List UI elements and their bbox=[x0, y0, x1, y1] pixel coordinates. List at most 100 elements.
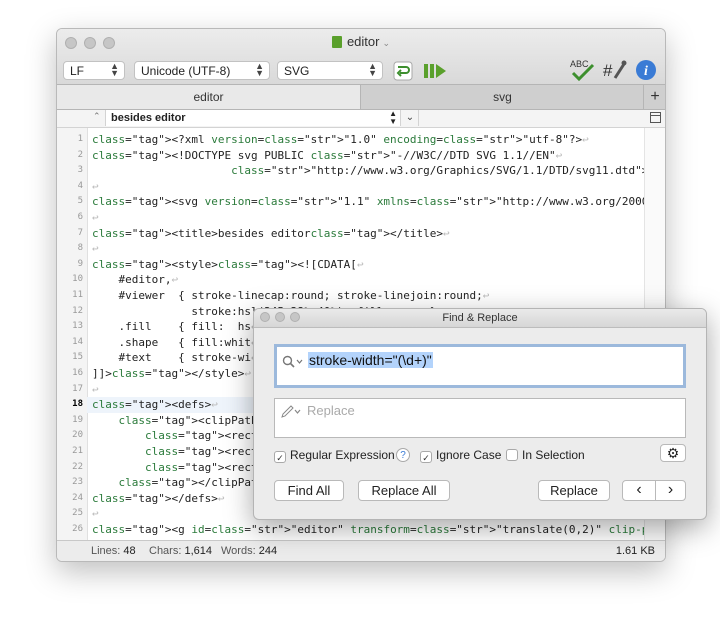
code-line[interactable]: 2 class="tag"><!DOCTYPE svg PUBLIC class=… bbox=[57, 148, 665, 164]
updown-arrows-icon: ▲ ▼ bbox=[368, 61, 377, 78]
find-field[interactable]: stroke-width="(\d+)" bbox=[274, 344, 686, 388]
line-number: 18 bbox=[72, 399, 83, 410]
line-number: 24 bbox=[72, 492, 83, 503]
code-line[interactable]: 1 class="tag"><?xml version=class="str">"… bbox=[57, 132, 665, 148]
ignore-case-label: Ignore Case bbox=[436, 448, 502, 462]
code-line[interactable]: 4 ↩ bbox=[57, 179, 665, 195]
regex-checkbox[interactable]: ✓ Regular Expression bbox=[274, 448, 395, 463]
regex-label: Regular Expression bbox=[290, 448, 395, 462]
replace-placeholder: Replace bbox=[307, 403, 355, 418]
svg-text:ABC: ABC bbox=[570, 59, 589, 69]
svg-text:#: # bbox=[603, 61, 613, 80]
line-number: 9 bbox=[77, 258, 83, 269]
pencil-icon[interactable] bbox=[280, 405, 302, 419]
line-code: ↩ bbox=[92, 179, 99, 193]
line-number: 11 bbox=[72, 290, 83, 300]
replace-button[interactable]: Replace bbox=[538, 480, 610, 501]
add-tab-button[interactable]: + bbox=[643, 85, 665, 109]
code-line[interactable]: 11 #viewer { stroke-linecap:round; strok… bbox=[57, 288, 665, 304]
check-icon: ✓ bbox=[274, 451, 286, 463]
line-number: 2 bbox=[77, 149, 83, 160]
spell-check-icon[interactable]: ABC bbox=[569, 58, 595, 82]
line-code: class="tag"><title>besides editorclass="… bbox=[92, 226, 450, 240]
line-code: ↩ bbox=[92, 211, 99, 224]
outline-navigation-bar: ⌃ besides editor ▲ ▼ ⌄ bbox=[57, 110, 665, 128]
outline-menu[interactable]: besides editor ▲ ▼ bbox=[105, 110, 401, 126]
line-code: .fill { fill: hs↩ bbox=[92, 320, 257, 334]
split-view-icon[interactable] bbox=[423, 61, 447, 81]
updown-arrows-icon: ▲ ▼ bbox=[389, 109, 397, 126]
code-line[interactable]: 5 class="tag"><svg version=class="str">"1… bbox=[57, 194, 665, 210]
line-ending-popup[interactable]: LF ▲ ▼ bbox=[63, 61, 125, 80]
line-number: 5 bbox=[77, 196, 83, 207]
code-line[interactable]: 26 class="tag"><g id=class="str">"editor"… bbox=[57, 522, 665, 538]
syntax-value: SVG bbox=[284, 64, 310, 78]
soft-wrap-icon[interactable] bbox=[393, 61, 413, 81]
minimize-panel-button[interactable] bbox=[275, 312, 285, 322]
tab-label: svg bbox=[493, 90, 512, 104]
find-previous-button[interactable]: ‹ bbox=[623, 481, 656, 500]
find-replace-titlebar: Find & Replace bbox=[254, 309, 706, 328]
code-line[interactable]: 9 class="tag"><style>class="tag"><![CDATA… bbox=[57, 257, 665, 273]
code-line[interactable]: 3 class="str">"http://www.w3.org/Graphic… bbox=[57, 163, 665, 179]
window-title-label: editor bbox=[346, 34, 380, 49]
code-line[interactable]: 7 class="tag"><title>besides editorclass=… bbox=[57, 226, 665, 242]
tab-bar: editor svg + bbox=[57, 85, 665, 110]
line-number: 16 bbox=[72, 368, 83, 378]
line-code: class="tag"><!DOCTYPE svg PUBLIC class="… bbox=[92, 148, 563, 162]
chevron-down-icon: ⌄ bbox=[382, 38, 391, 48]
file-size: 1.61 KB bbox=[615, 545, 655, 557]
line-number: 4 bbox=[77, 180, 83, 191]
code-line[interactable]: 6 ↩ bbox=[57, 210, 665, 226]
syntax-popup[interactable]: SVG ▲ ▼ bbox=[277, 61, 383, 80]
gear-icon[interactable]: ⚙ bbox=[660, 444, 686, 462]
ignore-case-checkbox[interactable]: ✓ Ignore Case bbox=[420, 448, 502, 463]
regex-help-button[interactable]: ? bbox=[396, 448, 410, 462]
color-picker-icon[interactable]: # bbox=[603, 58, 627, 82]
line-number: 19 bbox=[72, 414, 83, 425]
split-editor-icon[interactable] bbox=[650, 112, 661, 123]
line-code: class="str">"http://www.w3.org/Graphics/… bbox=[231, 164, 655, 178]
line-number: 25 bbox=[72, 508, 83, 519]
line-code: class="tag"><?xml version=class="str">"1… bbox=[92, 133, 589, 146]
line-code: class="tag"><style>class="tag"><![CDATA[… bbox=[92, 257, 364, 271]
find-replace-title: Find & Replace bbox=[442, 312, 518, 324]
in-selection-checkbox[interactable]: In Selection bbox=[506, 448, 585, 462]
line-count: Lines: 48 bbox=[91, 545, 136, 557]
line-number: 14 bbox=[72, 336, 83, 347]
find-next-button[interactable]: › bbox=[655, 481, 686, 500]
code-line[interactable]: 10 #editor,↩ bbox=[57, 272, 665, 288]
document-icon bbox=[331, 36, 342, 48]
encoding-popup[interactable]: Unicode (UTF-8) ▲ ▼ bbox=[134, 61, 270, 80]
info-icon[interactable]: i bbox=[635, 59, 657, 81]
search-icon[interactable] bbox=[282, 355, 304, 369]
code-line[interactable]: 8 ↩ bbox=[57, 241, 665, 257]
chevron-up-icon[interactable]: ⌃ bbox=[93, 111, 101, 122]
line-number: 12 bbox=[72, 305, 83, 316]
tab-label: editor bbox=[193, 90, 224, 104]
replace-all-button[interactable]: Replace All bbox=[358, 480, 450, 501]
window-titlebar: editor ⌄ LF ▲ ▼ Unicode (UTF-8) ▲ ▼ SVG ▲ ▼ … bbox=[57, 29, 665, 85]
encoding-value: Unicode (UTF-8) bbox=[141, 64, 231, 78]
tab-svg[interactable]: svg bbox=[360, 85, 644, 109]
line-code: #text { stroke-wi↩ bbox=[92, 351, 257, 365]
find-all-button[interactable]: Find All bbox=[274, 480, 344, 501]
zoom-panel-button[interactable] bbox=[290, 312, 300, 322]
line-code: class="tag"></clipPath>↩ bbox=[118, 476, 278, 490]
plus-icon: + bbox=[650, 88, 660, 105]
line-code: #viewer { stroke-linecap:round; stroke-l… bbox=[92, 289, 490, 302]
tab-editor[interactable]: editor bbox=[57, 85, 360, 109]
chevron-down-icon[interactable]: ⌄ bbox=[402, 110, 419, 126]
line-number: 22 bbox=[72, 461, 83, 472]
close-panel-button[interactable] bbox=[260, 312, 270, 322]
window-title[interactable]: editor ⌄ bbox=[57, 34, 665, 49]
line-code: class="tag"></defs>↩ bbox=[92, 491, 225, 505]
char-count: Chars: 1,614 bbox=[149, 545, 212, 557]
status-bar: Lines: 48 Chars: 1,614 Words: 244 1.61 K… bbox=[57, 540, 665, 561]
line-code: class="tag"><defs>↩ bbox=[92, 398, 218, 412]
line-ending-value: LF bbox=[70, 64, 85, 78]
line-number: 1 bbox=[77, 134, 83, 144]
replace-field[interactable]: Replace bbox=[274, 398, 686, 438]
line-code: class="tag"><svg version=class="str">"1.… bbox=[92, 195, 665, 209]
updown-arrows-icon: ▲ ▼ bbox=[255, 61, 264, 78]
